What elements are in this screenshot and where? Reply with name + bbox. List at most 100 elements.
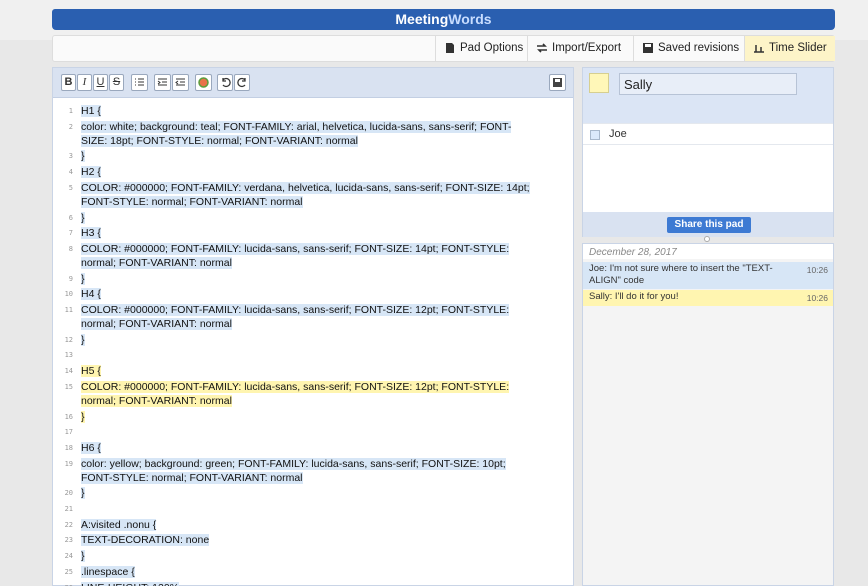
- code-line-text: }: [81, 150, 85, 163]
- code-line-text: COLOR: #000000; FONT-FAMILY: verdana, he…: [81, 181, 530, 194]
- code-line-text: TEXT-DECORATION: none: [81, 534, 210, 547]
- code-line-text: LINE-HEIGHT: 120%: [81, 581, 180, 586]
- indent-button[interactable]: [154, 74, 171, 91]
- code-line: H1 {: [81, 104, 551, 118]
- users-panel: Joe Share this pad: [582, 67, 834, 237]
- share-pad-button[interactable]: Share this pad: [667, 217, 751, 233]
- saved-revisions-label: Saved revisions: [658, 42, 740, 54]
- unordered-list-button[interactable]: [131, 74, 148, 91]
- code-line: COLOR: #000000; FONT-FAMILY: lucida-sans…: [81, 242, 551, 270]
- outdent-button[interactable]: [172, 74, 189, 91]
- code-line: H4 {: [81, 287, 551, 301]
- code-line-text: H6 {: [81, 441, 101, 454]
- line-number: 16: [64, 412, 73, 421]
- code-line-text: H1 {: [81, 105, 101, 117]
- code-line-text: COLOR: #000000; FONT-FAMILY: lucida-sans…: [81, 380, 510, 393]
- line-number: 4: [68, 168, 73, 177]
- save-icon: [643, 43, 653, 53]
- app-title: MeetingWords: [52, 9, 835, 30]
- chat-panel: December 28, 2017 Joe: I'm not sure wher…: [582, 243, 834, 586]
- code-line-continuation: FONT-STYLE: normal; FONT-VARIANT: normal: [81, 471, 303, 484]
- code-line-text: }: [81, 410, 85, 423]
- pad-options-label: Pad Options: [460, 42, 524, 54]
- time-slider-label: Time Slider: [769, 42, 827, 54]
- code-line-text: H3 {: [81, 227, 101, 240]
- line-number: 7: [68, 229, 73, 238]
- format-toolbar: B I U S: [53, 68, 573, 98]
- my-name-input[interactable]: [619, 73, 797, 95]
- code-line: A:visited .nonu {: [81, 518, 551, 532]
- line-number: 8: [68, 244, 73, 253]
- line-number: 6: [68, 213, 73, 222]
- underline-button[interactable]: U: [93, 74, 108, 91]
- code-line: TEXT-DECORATION: none: [81, 533, 551, 547]
- line-number: 17: [64, 428, 73, 437]
- code-line-text: H5 {: [81, 365, 101, 378]
- line-number: 9: [68, 274, 73, 283]
- pad-text-area[interactable]: 1 H1 {2 color: white; background: teal; FO…: [53, 99, 573, 586]
- code-line: }: [81, 333, 551, 347]
- line-number: 23: [64, 536, 73, 545]
- code-line: H5 {: [81, 364, 551, 378]
- code-line-text: A:visited .nonu {: [81, 518, 157, 531]
- redo-icon: [236, 77, 246, 88]
- undo-button[interactable]: [217, 74, 233, 91]
- code-line: LINE-HEIGHT: 120%: [81, 581, 551, 586]
- code-line-text: color: white; background: teal; FONT-FAM…: [81, 120, 512, 133]
- code-line-text: }: [81, 487, 85, 500]
- line-number: 14: [64, 367, 73, 376]
- code-line: COLOR: #000000; FONT-FAMILY: lucida-sans…: [81, 380, 551, 408]
- saved-revisions-button[interactable]: Saved revisions: [633, 36, 747, 61]
- chat-date: December 28, 2017: [583, 244, 833, 259]
- chat-message-time: 10:26: [806, 265, 828, 275]
- pad-options-button[interactable]: Pad Options: [435, 36, 531, 61]
- chat-message-time: 10:26: [806, 293, 828, 303]
- panel-resize-handle[interactable]: [704, 236, 710, 242]
- line-number: 11: [64, 306, 73, 314]
- swap-arrows-icon: [537, 43, 547, 53]
- italic-button[interactable]: I: [77, 74, 92, 91]
- undo-icon: [221, 77, 231, 88]
- code-line: H2 {: [81, 165, 551, 179]
- save-revision-button[interactable]: [549, 74, 566, 91]
- indent-icon: [157, 78, 167, 86]
- code-line: }: [81, 211, 551, 225]
- import-export-button[interactable]: Import/Export: [527, 36, 629, 61]
- code-line: H3 {: [81, 226, 551, 240]
- outdent-icon: [175, 78, 185, 86]
- color-wheel-icon: [198, 77, 209, 88]
- code-line-text: COLOR: #000000; FONT-FAMILY: lucida-sans…: [81, 304, 510, 316]
- code-line: color: white; background: teal; FONT-FAM…: [81, 120, 551, 148]
- chat-message: Sally: I'll do it for you! 10:26: [583, 290, 833, 306]
- code-line: }: [81, 549, 551, 563]
- my-color-swatch[interactable]: [589, 73, 609, 93]
- code-line-text: H4 {: [81, 288, 101, 301]
- code-line: }: [81, 486, 551, 500]
- strikethrough-button[interactable]: S: [109, 74, 124, 91]
- line-number: 13: [64, 351, 73, 360]
- redo-button[interactable]: [234, 74, 250, 91]
- line-number: 21: [64, 505, 73, 513]
- line-number: 2: [68, 122, 73, 131]
- code-line-text: color: yellow; background: green; FONT-F…: [81, 457, 506, 470]
- code-line: }: [81, 272, 551, 286]
- chat-message-text: Joe: I'm not sure where to insert the "T…: [589, 263, 773, 286]
- code-line: .linespace {: [81, 565, 551, 579]
- code-line-continuation: SIZE: 18pt; FONT-STYLE: normal; FONT-VAR…: [81, 134, 358, 147]
- share-bar: Share this pad: [583, 212, 833, 237]
- line-number: 19: [64, 459, 73, 468]
- code-line-text: H2 {: [81, 166, 101, 179]
- app-title-suffix: Words: [448, 11, 492, 27]
- line-number: 24: [64, 552, 73, 561]
- time-slider-button[interactable]: Time Slider: [744, 36, 835, 61]
- line-number: 10: [64, 290, 73, 299]
- line-number: 25: [64, 567, 73, 576]
- chat-message: Joe: I'm not sure where to insert the "T…: [583, 262, 833, 289]
- code-line-continuation: normal; FONT-VARIANT: normal: [81, 256, 232, 269]
- user-name: Joe: [609, 128, 627, 140]
- bold-button[interactable]: B: [61, 74, 76, 91]
- save-icon: [553, 78, 562, 87]
- code-line-text: }: [81, 211, 85, 224]
- authorship-colors-button[interactable]: [195, 74, 212, 91]
- code-line: COLOR: #000000; FONT-FAMILY: lucida-sans…: [81, 303, 551, 331]
